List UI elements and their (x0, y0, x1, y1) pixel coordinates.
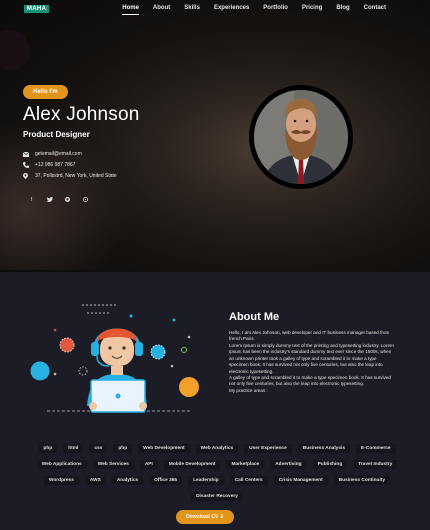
social-links: f (25, 197, 97, 204)
skill-tag[interactable]: php (113, 444, 133, 453)
hero-background-shape (0, 30, 30, 70)
dribbble-icon[interactable] (79, 197, 92, 204)
skill-tag[interactable]: Web Services (92, 460, 134, 469)
skill-tag[interactable]: AWS (84, 476, 106, 485)
skill-tag[interactable]: User Experience (244, 444, 292, 453)
about-paragraph: Lorem Ipsum is simply dummy text of the … (229, 342, 394, 374)
github-icon[interactable] (61, 197, 74, 204)
skill-tag[interactable]: Marketplace (226, 460, 265, 469)
skill-tag[interactable]: Web Analytics (195, 444, 239, 453)
about-text: Hello, I am Alex Johnson, web developer … (229, 330, 397, 394)
skill-tag[interactable]: Business Analysis (297, 444, 350, 453)
download-cv-button[interactable]: Download CV ⇩ (176, 510, 234, 524)
email-text: getemail@email.com (35, 151, 82, 157)
skill-tag[interactable]: Travel Industry (353, 460, 398, 469)
nav-experiences[interactable]: Experiences (214, 5, 249, 15)
address-text: 37, Pollsstrd, New York, United State (35, 173, 117, 179)
skill-tag[interactable]: Web Applications (36, 460, 87, 469)
skill-tag[interactable]: Leadership (188, 476, 224, 485)
hero-section: MAHA Home About Skills Experiences Portf… (0, 0, 430, 272)
nav-about[interactable]: About (153, 5, 170, 15)
skill-tag[interactable]: Publishing (312, 460, 348, 469)
phone-icon (23, 162, 31, 168)
skill-tag[interactable]: Call Centers (229, 476, 268, 485)
skill-tag[interactable]: Office 365 (149, 476, 183, 485)
skill-tag[interactable]: html (63, 444, 84, 453)
phone-text: +12 986 987 7867 (35, 162, 76, 168)
skill-tag[interactable]: Analytics (111, 476, 144, 485)
profile-avatar (254, 90, 348, 184)
developer-illustration (27, 302, 207, 422)
facebook-icon[interactable]: f (25, 197, 38, 204)
about-paragraph: A galley of type and scrambled it to mak… (229, 374, 391, 387)
download-cv-label: Download CV (186, 514, 219, 520)
skill-tag[interactable]: Advertising (270, 460, 307, 469)
location-pin-icon (23, 173, 31, 179)
twitter-icon[interactable] (43, 197, 56, 204)
nav-contact[interactable]: Contact (364, 5, 386, 15)
about-paragraph: Hello, I am Alex Johnson, web developer … (229, 330, 390, 342)
skill-tag[interactable]: Business Continuity (333, 476, 391, 485)
skill-tag[interactable]: css (89, 444, 108, 453)
contact-address[interactable]: 37, Pollsstrd, New York, United State (23, 173, 117, 179)
skill-tag[interactable]: Crisis Management (273, 476, 328, 485)
skill-tag[interactable]: php (38, 444, 58, 453)
hero-background-glow (0, 120, 130, 270)
site-logo[interactable]: MAHA (24, 5, 50, 13)
contact-email[interactable]: getemail@email.com (23, 151, 117, 157)
nav-pricing[interactable]: Pricing (302, 5, 322, 15)
skill-tag[interactable]: Mobile Development (163, 460, 221, 469)
hero-name: Alex Johnson (23, 104, 140, 125)
hero-role: Product Designer (23, 130, 90, 139)
skill-tag[interactable]: Web Development (138, 444, 190, 453)
skill-tag[interactable]: E-Commerce (356, 444, 396, 453)
contact-phone[interactable]: +12 986 987 7867 (23, 162, 117, 168)
skill-tag[interactable]: Wordpress (43, 476, 79, 485)
skill-tag[interactable]: API (139, 460, 158, 469)
download-icon: ⇩ (219, 514, 224, 520)
main-nav: Home About Skills Experiences Portfolio … (108, 5, 386, 15)
about-title: About Me (229, 311, 280, 323)
contact-list: getemail@email.com +12 986 987 7867 37, … (23, 151, 117, 184)
mail-icon (23, 151, 31, 157)
about-practice-heading: My practice areas : (229, 387, 268, 393)
about-section: About Me Hello, I am Alex Johnson, web d… (0, 272, 430, 530)
skill-tag[interactable]: Disaster Recovery (191, 492, 243, 501)
nav-home[interactable]: Home (122, 5, 139, 15)
practice-tags: php html css php Web Development Web Analytic… (22, 444, 412, 508)
nav-skills[interactable]: Skills (184, 5, 200, 15)
nav-portfolio[interactable]: Portfolio (263, 5, 288, 15)
nav-blog[interactable]: Blog (336, 5, 349, 15)
hello-badge: Hello I'm (23, 85, 68, 99)
